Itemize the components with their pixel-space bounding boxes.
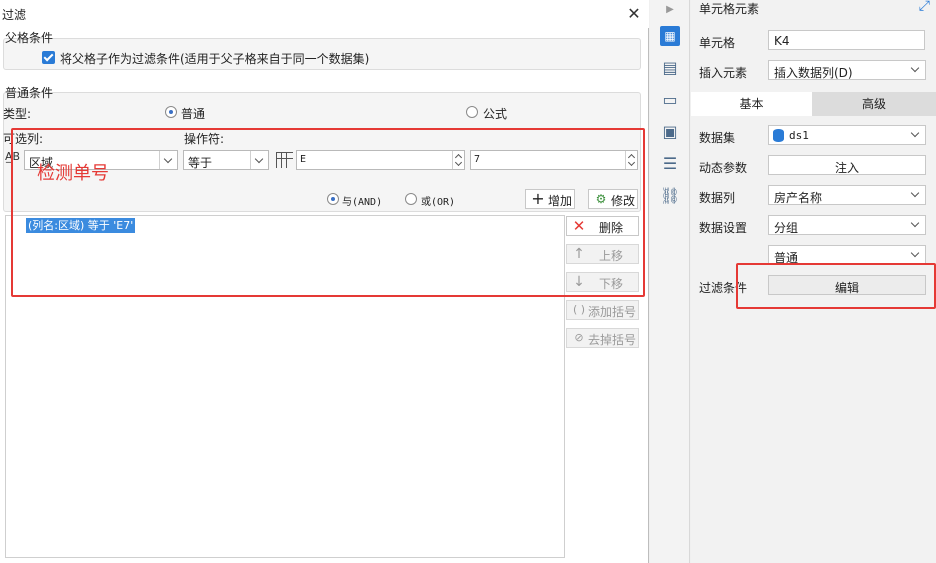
cell-attribute-icon[interactable]: ▤ bbox=[660, 58, 680, 78]
chevron-down-icon bbox=[907, 216, 925, 234]
dataset-select[interactable]: ds1 bbox=[768, 125, 926, 145]
annotation-box bbox=[11, 128, 645, 297]
annotation-text: 检测单号 bbox=[37, 163, 109, 184]
type-formula-radio[interactable] bbox=[466, 106, 478, 118]
panel-header: 单元格元素 ⤢ bbox=[691, 0, 936, 18]
tab-advanced[interactable]: 高级 bbox=[812, 92, 936, 116]
side-strip: ▶ ▦ ▤ ▭ ▣ ☰ ⛓ bbox=[650, 0, 690, 563]
data-setting-sub-select[interactable]: 普通 bbox=[768, 245, 926, 265]
cell-element-icon[interactable]: ▦ bbox=[660, 26, 680, 46]
data-column-label: 数据列 bbox=[699, 191, 736, 205]
cell-field[interactable]: K4 bbox=[768, 30, 925, 50]
parent-condition-title: 父格条件 bbox=[5, 31, 54, 45]
insert-element-label: 插入元素 bbox=[699, 66, 748, 80]
remove-paren-button[interactable]: ⊘ 去掉括号 bbox=[566, 328, 639, 348]
annotation-box-filter bbox=[736, 263, 936, 309]
type-normal-radio[interactable] bbox=[165, 106, 177, 118]
widget-icon[interactable]: ▭ bbox=[660, 90, 680, 110]
form-icon[interactable]: ☰ bbox=[660, 154, 680, 174]
dialog-title: 过滤 bbox=[2, 8, 27, 22]
type-label: 类型: bbox=[3, 107, 32, 121]
normal-condition-title: 普通条件 bbox=[5, 86, 54, 100]
database-icon bbox=[773, 129, 784, 142]
chevron-down-icon bbox=[907, 246, 925, 264]
data-setting-label: 数据设置 bbox=[699, 221, 748, 235]
dynamic-param-label: 动态参数 bbox=[699, 161, 748, 175]
type-normal-label: 普通 bbox=[181, 107, 206, 121]
dataset-label: 数据集 bbox=[699, 131, 736, 145]
parent-condition-label: 将父格子作为过滤条件(适用于父子格来自于同一个数据集) bbox=[60, 52, 370, 66]
chevron-down-icon bbox=[907, 61, 925, 79]
property-panel: 单元格元素 ⤢ 单元格 K4 插入元素 插入数据列(D) 基本 高级 数据集 d… bbox=[691, 0, 936, 563]
tab-basic[interactable]: 基本 bbox=[691, 92, 812, 116]
condition-icon[interactable]: ▣ bbox=[660, 122, 680, 142]
paren-icon: ( ) bbox=[572, 303, 586, 316]
inject-button[interactable]: 注入 bbox=[768, 155, 926, 175]
chevron-down-icon bbox=[907, 126, 925, 144]
panel-tabs: 基本 高级 bbox=[691, 92, 936, 116]
collapse-arrow-icon[interactable]: ▶ bbox=[660, 0, 680, 20]
close-icon[interactable]: ✕ bbox=[624, 4, 644, 24]
cell-label: 单元格 bbox=[699, 36, 736, 50]
remove-paren-icon: ⊘ bbox=[574, 331, 584, 344]
link-icon[interactable]: ⛓ bbox=[660, 186, 680, 206]
add-paren-button[interactable]: ( ) 添加括号 bbox=[566, 300, 639, 320]
filter-dialog: 过滤 ✕ 父格条件 将父格子作为过滤条件(适用于父子格来自于同一个数据集) 普通… bbox=[0, 0, 649, 563]
data-column-select[interactable]: 房产名称 bbox=[768, 185, 926, 205]
insert-element-select[interactable]: 插入数据列(D) bbox=[768, 60, 926, 80]
chevron-down-icon bbox=[907, 186, 925, 204]
panel-title: 单元格元素 bbox=[699, 2, 760, 16]
parent-condition-checkbox[interactable] bbox=[42, 51, 55, 64]
pin-icon[interactable]: ⤢ bbox=[919, 0, 930, 14]
data-setting-select[interactable]: 分组 bbox=[768, 215, 926, 235]
dialog-titlebar: 过滤 ✕ bbox=[0, 0, 649, 28]
type-formula-label: 公式 bbox=[483, 107, 508, 121]
